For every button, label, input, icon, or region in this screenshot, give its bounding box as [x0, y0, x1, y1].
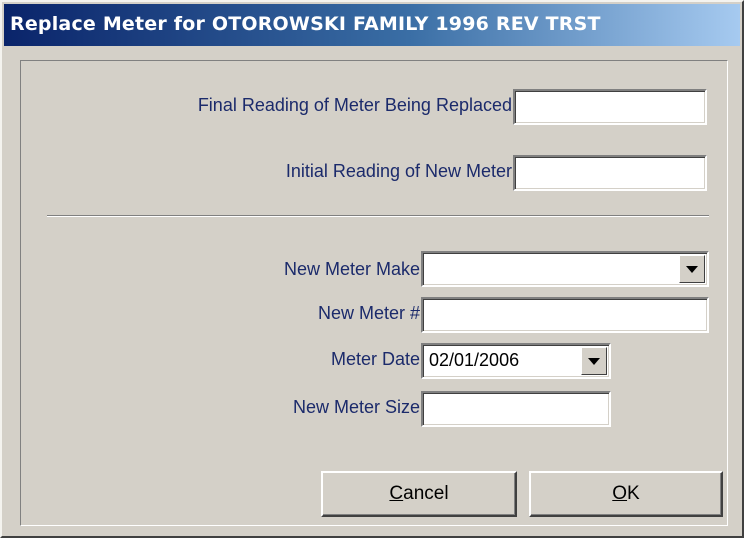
- cancel-button-label: Cancel: [389, 483, 448, 505]
- window-title: Replace Meter for OTOROWSKI FAMILY 1996 …: [10, 13, 601, 35]
- meter-number-label: New Meter #:: [317, 303, 425, 323]
- chevron-down-icon: [686, 266, 698, 273]
- initial-reading-input[interactable]: [513, 155, 707, 191]
- initial-reading-label: Initial Reading of New Meter:: [285, 161, 517, 181]
- meter-date-dropdown-button[interactable]: [581, 347, 607, 375]
- final-reading-input[interactable]: [513, 89, 707, 125]
- section-divider: [47, 215, 709, 217]
- meter-date-label: Meter Date:: [330, 349, 425, 369]
- cancel-label-rest: ancel: [403, 483, 449, 504]
- cancel-mnemonic: C: [389, 483, 404, 504]
- replace-meter-dialog: Replace Meter for OTOROWSKI FAMILY 1996 …: [0, 0, 744, 538]
- meter-size-input[interactable]: [421, 391, 611, 427]
- meter-make-dropdown-button[interactable]: [679, 255, 705, 283]
- cancel-button[interactable]: Cancel: [321, 471, 517, 517]
- chevron-down-icon: [588, 358, 600, 365]
- meter-date-value: 02/01/2006: [429, 350, 520, 370]
- meter-size-label: New Meter Size:: [292, 397, 425, 417]
- dialog-body: Final Reading of Meter Being Replaced: I…: [20, 60, 728, 526]
- final-reading-label: Final Reading of Meter Being Replaced:: [197, 95, 517, 115]
- ok-button[interactable]: OK: [529, 471, 723, 517]
- meter-make-label: New Meter Make:: [283, 259, 425, 279]
- meter-make-select[interactable]: [421, 251, 709, 287]
- title-bar[interactable]: Replace Meter for OTOROWSKI FAMILY 1996 …: [4, 4, 740, 46]
- meter-date-picker[interactable]: 02/01/2006: [421, 343, 611, 379]
- ok-label-rest: K: [627, 483, 640, 504]
- ok-button-label: OK: [612, 483, 639, 505]
- ok-mnemonic: O: [612, 483, 628, 504]
- meter-number-input[interactable]: [421, 297, 709, 333]
